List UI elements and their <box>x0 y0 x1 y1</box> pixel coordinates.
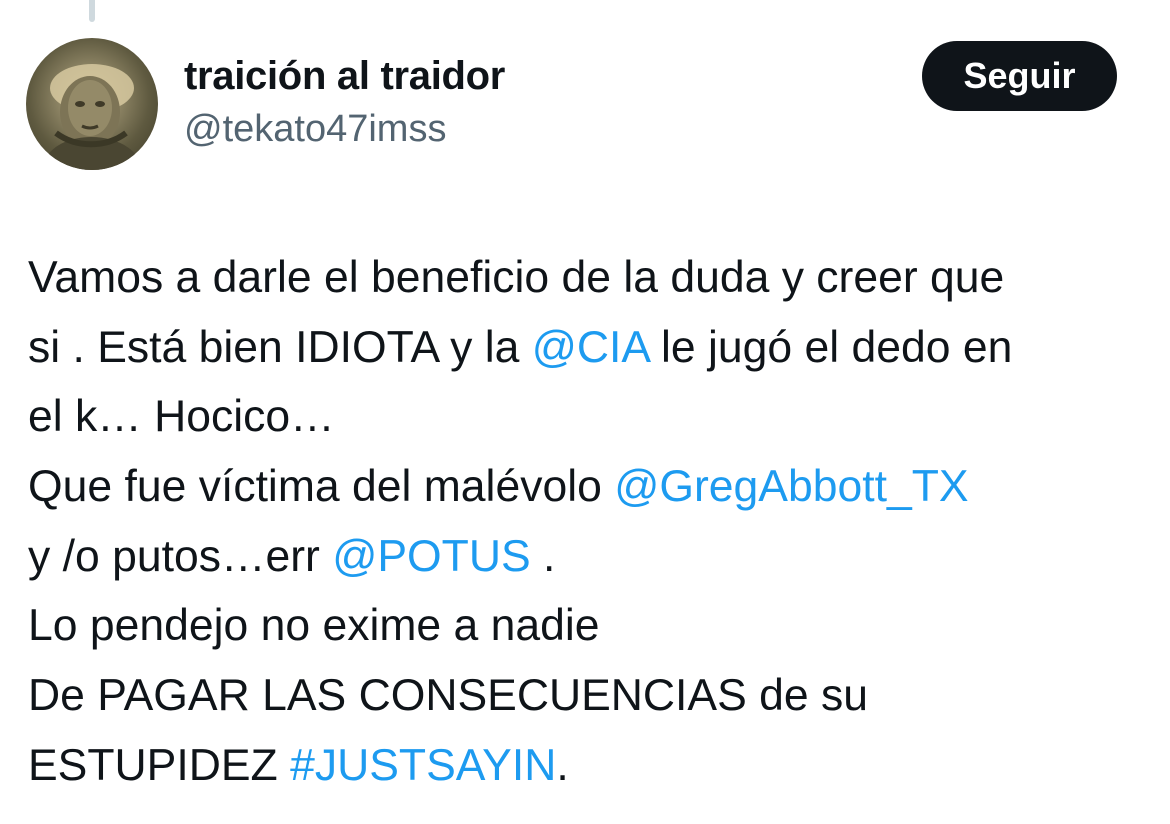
hashtag-link[interactable]: #JUSTSAYIN <box>290 741 556 790</box>
display-name[interactable]: traición al traidor <box>184 52 505 100</box>
tweet-line: y /o putos…err @POTUS . <box>28 522 1148 592</box>
thread-connector-line <box>89 0 95 22</box>
tweet-text-segment: si . Está bien IDIOTA y la <box>28 322 532 372</box>
tweet-text-segment: el k… Hocico… <box>28 392 335 442</box>
tweet-text-segment: y /o putos…err <box>28 531 333 581</box>
profile-photo-icon <box>46 64 138 170</box>
user-handle[interactable]: @tekato47imss <box>184 104 505 154</box>
avatar[interactable] <box>26 38 158 170</box>
tweet-text-segment: Vamos a darle el beneficio de la duda y … <box>28 253 1005 302</box>
tweet-text-segment: Lo pendejo no exime a nadie <box>28 601 600 651</box>
mention-link[interactable]: @POTUS <box>332 532 530 581</box>
tweet-line: De PAGAR LAS CONSECUENCIAS de su <box>28 661 1148 731</box>
user-info: traición al traidor @tekato47imss <box>184 52 505 154</box>
tweet-text-segment: ESTUPIDEZ <box>28 740 291 790</box>
tweet-line: si . Está bien IDIOTA y la @CIA le jugó … <box>28 313 1148 383</box>
tweet-text: Vamos a darle el beneficio de la duda y … <box>28 243 1148 801</box>
mention-link[interactable]: @CIA <box>532 323 649 372</box>
tweet-line: Vamos a darle el beneficio de la duda y … <box>28 243 1148 313</box>
tweet-line: Que fue víctima del malévolo @GregAbbott… <box>28 452 1148 522</box>
follow-button[interactable]: Seguir <box>922 41 1117 111</box>
tweet-text-segment: . <box>530 531 556 581</box>
tweet-line: ESTUPIDEZ #JUSTSAYIN. <box>28 731 1148 801</box>
tweet-text-segment: . <box>556 740 569 790</box>
tweet-text-segment: Que fue víctima del malévolo <box>28 462 615 512</box>
tweet-line: Lo pendejo no exime a nadie <box>28 591 1148 661</box>
tweet-text-segment: De PAGAR LAS CONSECUENCIAS de su <box>28 671 869 721</box>
mention-link[interactable]: @GregAbbott_TX <box>614 462 968 511</box>
tweet-line: el k… Hocico… <box>28 382 1148 452</box>
tweet-text-segment: le jugó el dedo en <box>648 322 1013 372</box>
